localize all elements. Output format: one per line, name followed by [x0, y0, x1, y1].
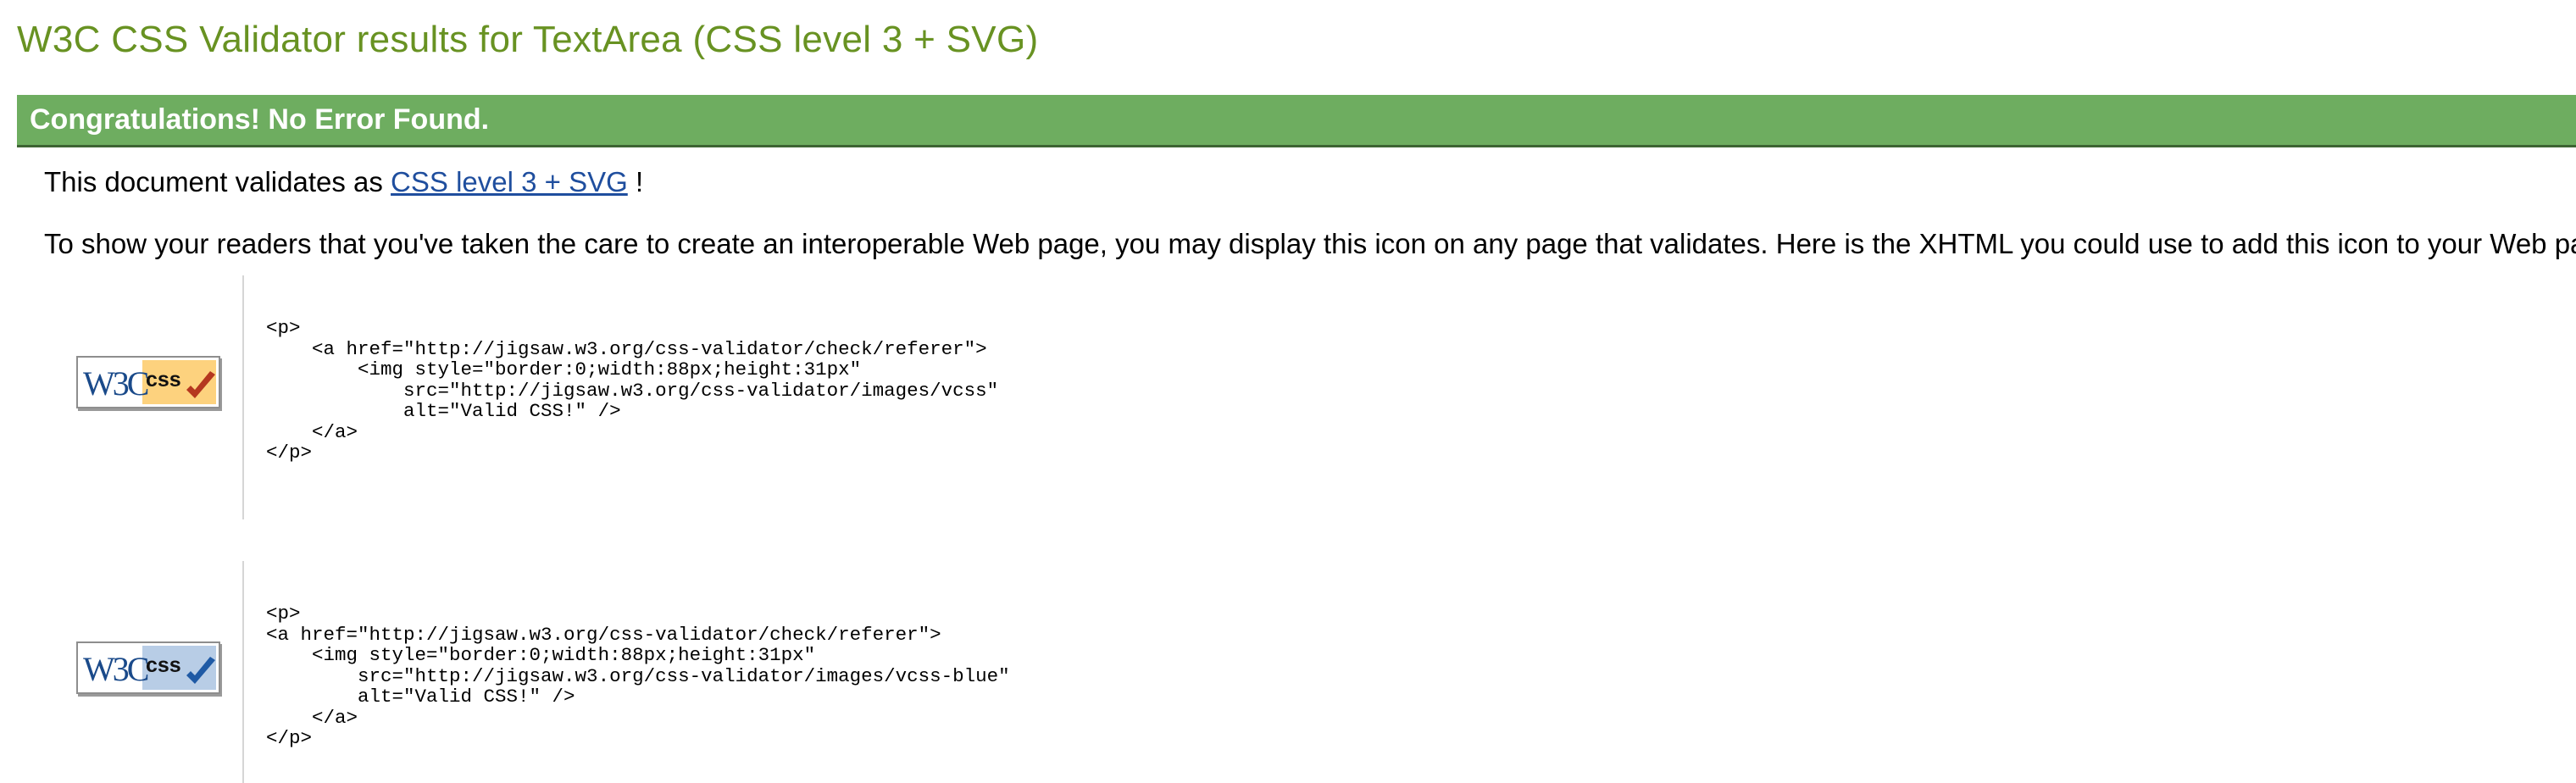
badge-cell: W3C css	[44, 275, 244, 519]
badge-code-snippet[interactable]: <p> <a href="http://jigsaw.w3.org/css-va…	[266, 318, 998, 464]
success-banner: Congratulations! No Error Found.	[17, 95, 2576, 147]
page-title: W3C CSS Validator results for TextArea (…	[17, 19, 1039, 60]
badge-instructions: To show your readers that you've taken t…	[44, 228, 2576, 259]
svg-text:css: css	[146, 368, 181, 392]
success-message: Congratulations! No Error Found.	[30, 103, 490, 136]
badge-option-gold: W3C css <p> <a href="http://jigsaw.w3.or…	[44, 275, 1230, 519]
valid-css-badge-blue-icon[interactable]: W3C css	[76, 641, 220, 694]
valid-css-badge-gold-icon[interactable]: W3C css	[76, 356, 220, 408]
badge-cell: W3C css	[44, 561, 244, 783]
validates-suffix: !	[635, 166, 644, 197]
badge-code-snippet[interactable]: <p> <a href="http://jigsaw.w3.org/css-va…	[266, 603, 1010, 749]
svg-text:W3C: W3C	[83, 364, 148, 403]
badge-option-blue: W3C css <p> <a href="http://jigsaw.w3.or…	[44, 561, 1230, 783]
svg-text:css: css	[146, 653, 181, 677]
validates-prefix: This document validates as	[44, 166, 383, 197]
svg-text:W3C: W3C	[83, 650, 148, 688]
css-profile-link[interactable]: CSS level 3 + SVG	[391, 166, 628, 197]
validation-summary: This document validates as CSS level 3 +…	[44, 165, 643, 199]
